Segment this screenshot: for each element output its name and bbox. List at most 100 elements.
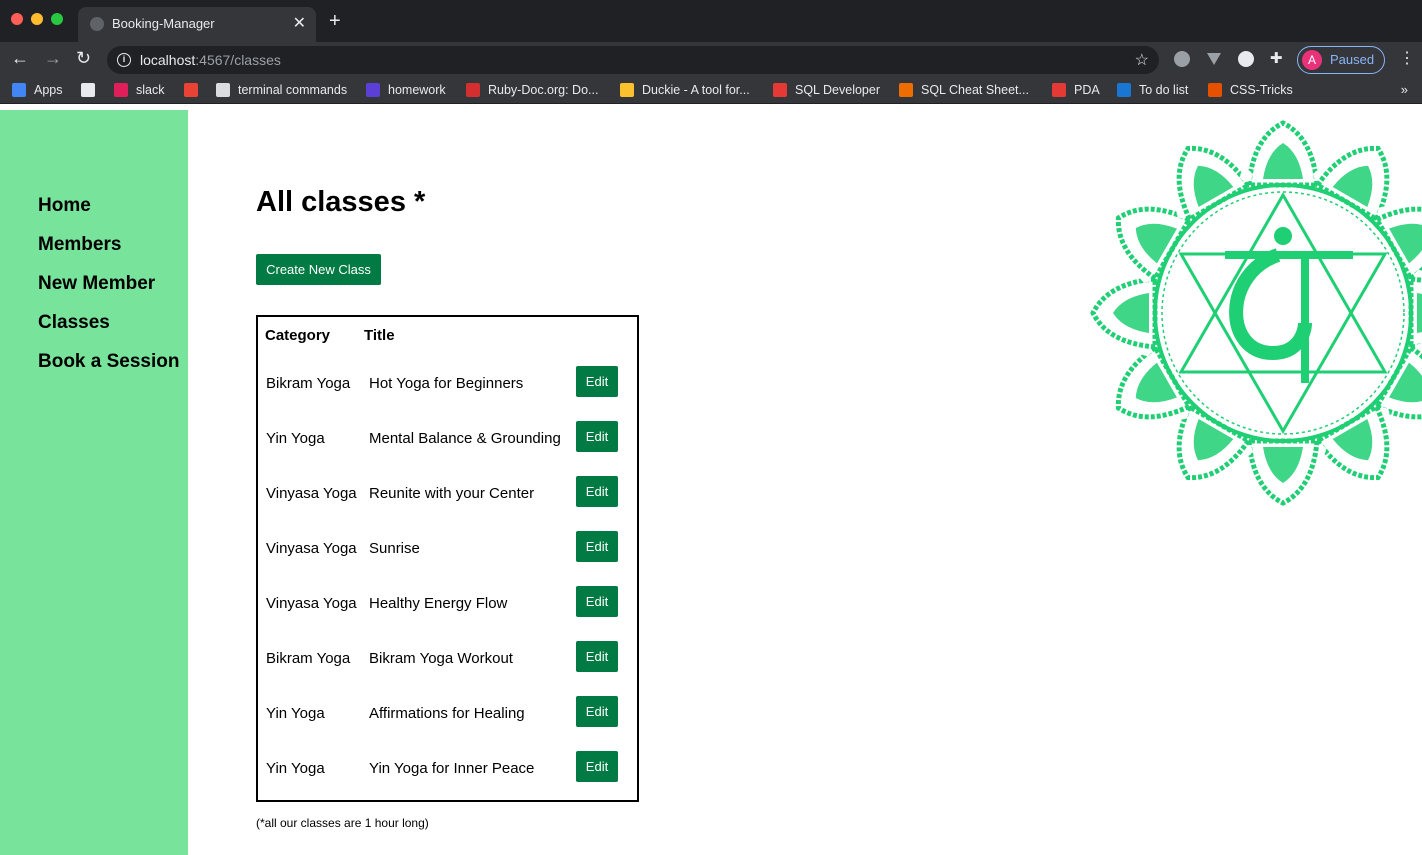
bookmark-item[interactable]: PDA — [1052, 83, 1100, 97]
category-cell: Bikram Yoga — [266, 650, 351, 667]
category-cell: Vinyasa Yoga — [266, 540, 357, 557]
bookmark-item[interactable]: homework — [366, 83, 446, 97]
vue-devtools-icon[interactable] — [1206, 51, 1222, 67]
edit-button[interactable]: Edit — [576, 696, 618, 727]
title-cell: Yin Yoga for Inner Peace — [369, 760, 535, 777]
edit-button[interactable]: Edit — [576, 751, 618, 782]
url-path: :4567/classes — [195, 52, 281, 68]
bookmark-favicon-icon — [1052, 83, 1066, 97]
create-new-class-button[interactable]: Create New Class — [256, 254, 381, 285]
title-cell: Mental Balance & Grounding — [369, 430, 561, 447]
edit-button[interactable]: Edit — [576, 641, 618, 672]
bookmark-favicon-icon — [216, 83, 230, 97]
bookmark-favicon-icon — [184, 83, 198, 97]
bookmark-label: Duckie - A tool for... — [642, 83, 750, 97]
category-cell: Bikram Yoga — [266, 375, 351, 392]
url-host: localhost — [140, 52, 196, 68]
category-cell: Yin Yoga — [266, 760, 325, 777]
table-row: Vinyasa Yoga Healthy Energy Flow Edit — [258, 586, 637, 622]
bookmark-favicon-icon — [1117, 83, 1131, 97]
info-icon[interactable]: i — [117, 53, 131, 67]
bookmark-favicon-icon — [12, 83, 26, 97]
bookmarks-overflow-button[interactable]: » — [1401, 82, 1408, 97]
bookmark-label: PDA — [1074, 83, 1100, 97]
reload-icon[interactable]: ↻ — [76, 48, 91, 69]
extension-icon[interactable] — [1174, 51, 1190, 67]
bookmark-label: Ruby-Doc.org: Do... — [488, 83, 599, 97]
new-tab-button[interactable]: + — [329, 11, 341, 31]
table-row: Vinyasa Yoga Sunrise Edit — [258, 531, 637, 567]
sidebar-item-new-member[interactable]: New Member — [38, 273, 155, 295]
bookmark-favicon-icon — [114, 83, 128, 97]
heart-chakra-logo — [1090, 120, 1422, 506]
category-cell: Yin Yoga — [266, 705, 325, 722]
sidebar-item-book-a-session[interactable]: Book a Session — [38, 351, 180, 373]
bookmark-item[interactable]: To do list — [1117, 83, 1188, 97]
table-row: Bikram Yoga Bikram Yoga Workout Edit — [258, 641, 637, 677]
bookmark-item[interactable]: CSS-Tricks — [1208, 83, 1293, 97]
sidebar-item-classes[interactable]: Classes — [38, 312, 110, 334]
title-cell: Affirmations for Healing — [369, 705, 525, 722]
bookmarks-bar: Apps slack terminal commands homework Ruby-D… — [0, 78, 1422, 104]
edit-button[interactable]: Edit — [576, 531, 618, 562]
category-cell: Yin Yoga — [266, 430, 325, 447]
edit-button[interactable]: Edit — [576, 476, 618, 507]
bookmark-label: CSS-Tricks — [1230, 83, 1293, 97]
bookmark-favicon-icon — [81, 83, 95, 97]
bookmark-label: SQL Developer — [795, 83, 880, 97]
back-arrow-icon[interactable]: ← — [11, 48, 29, 69]
puzzle-icon[interactable]: ✚ — [1270, 49, 1286, 67]
table-row: Bikram Yoga Hot Yoga for Beginners Edit — [258, 366, 637, 402]
bookmark-item[interactable] — [81, 83, 103, 97]
tab-title: Booking-Manager — [112, 16, 215, 31]
bookmark-label: homework — [388, 83, 446, 97]
bookmark-item[interactable]: SQL Cheat Sheet... — [899, 83, 1029, 97]
table-row: Vinyasa Yoga Reunite with your Center Edit — [258, 476, 637, 512]
browser-tab[interactable]: Booking-Manager ✕ — [78, 7, 316, 42]
classes-table: Category Title Bikram Yoga Hot Yoga for B… — [256, 315, 639, 802]
menu-dots-icon[interactable]: ⋮ — [1399, 48, 1415, 68]
bookmark-label: To do list — [1139, 83, 1189, 97]
table-row: Yin Yoga Affirmations for Healing Edit — [258, 696, 637, 732]
browser-toolbar: ← → ↻ i localhost:4567/classes ☆ ✚ A Pau… — [0, 42, 1422, 78]
minimize-window-button[interactable] — [31, 13, 43, 25]
profile-button[interactable]: A Paused — [1297, 46, 1385, 74]
bookmark-item[interactable]: SQL Developer — [773, 83, 880, 97]
edit-button[interactable]: Edit — [576, 586, 618, 617]
title-cell: Hot Yoga for Beginners — [369, 375, 524, 392]
sidebar-item-members[interactable]: Members — [38, 234, 121, 256]
bookmark-item[interactable] — [184, 83, 206, 97]
title-cell: Reunite with your Center — [369, 485, 535, 502]
profile-status: Paused — [1330, 52, 1375, 67]
title-cell: Bikram Yoga Workout — [369, 650, 513, 667]
bookmark-favicon-icon — [466, 83, 480, 97]
bookmark-label: Apps — [34, 83, 63, 97]
bookmark-item[interactable]: Ruby-Doc.org: Do... — [466, 83, 598, 97]
page: Home Members New Member Classes Book a S… — [0, 110, 1422, 855]
close-window-button[interactable] — [11, 13, 23, 25]
extension-icon[interactable] — [1238, 51, 1254, 67]
close-tab-icon[interactable]: ✕ — [293, 13, 306, 33]
category-cell: Vinyasa Yoga — [266, 595, 357, 612]
bookmark-label: terminal commands — [238, 83, 348, 97]
bookmark-star-icon[interactable]: ☆ — [1135, 50, 1149, 70]
address-bar[interactable]: i localhost:4567/classes ☆ — [107, 46, 1159, 74]
bookmark-item[interactable]: Duckie - A tool for... — [620, 83, 750, 97]
bookmark-item[interactable]: slack — [114, 83, 164, 97]
bookmark-favicon-icon — [899, 83, 913, 97]
edit-button[interactable]: Edit — [576, 421, 618, 452]
sidebar: Home Members New Member Classes Book a S… — [0, 110, 188, 855]
bookmark-label: SQL Cheat Sheet... — [921, 83, 1029, 97]
globe-icon — [90, 17, 104, 31]
title-cell: Sunrise — [369, 540, 420, 557]
footnote: (*all our classes are 1 hour long) — [256, 816, 429, 830]
column-header-title: Title — [364, 327, 395, 344]
maximize-window-button[interactable] — [51, 13, 63, 25]
sidebar-item-home[interactable]: Home — [38, 195, 91, 217]
bookmark-favicon-icon — [1208, 83, 1222, 97]
forward-arrow-icon[interactable]: → — [44, 48, 62, 69]
page-title: All classes * — [256, 186, 426, 218]
edit-button[interactable]: Edit — [576, 366, 618, 397]
bookmark-item[interactable]: Apps — [12, 83, 63, 97]
bookmark-item[interactable]: terminal commands — [216, 83, 347, 97]
